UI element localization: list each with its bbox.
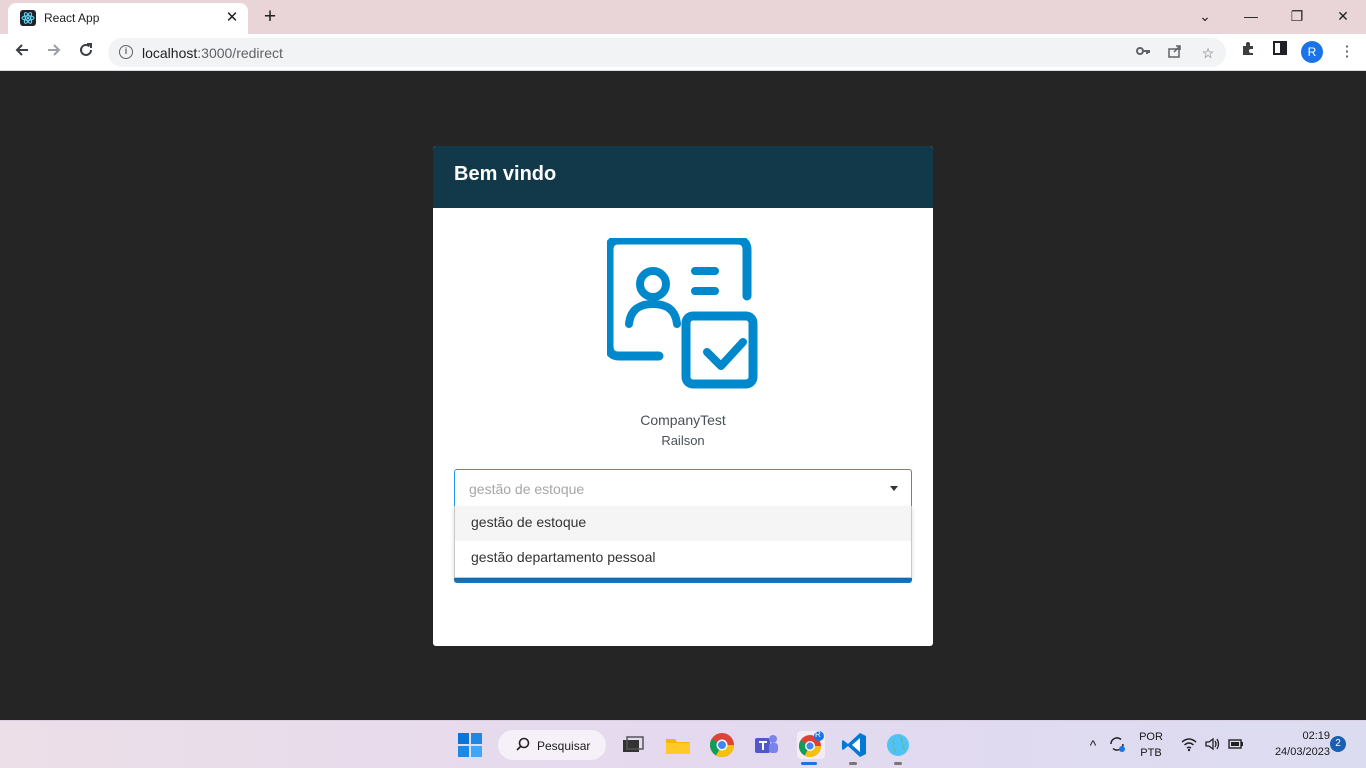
system-select-options: gestão de estoque gestão departamento pe… — [454, 506, 912, 578]
forward-button[interactable] — [41, 39, 67, 65]
vscode-icon[interactable] — [840, 731, 868, 759]
new-tab-button[interactable]: + — [258, 5, 282, 29]
chrome-profile-icon[interactable]: R — [797, 730, 825, 759]
file-explorer-icon[interactable] — [664, 731, 692, 759]
tab-close-icon[interactable]: ✕ — [222, 8, 242, 28]
reload-button[interactable] — [73, 39, 99, 65]
globe-app-icon[interactable] — [884, 731, 912, 759]
welcome-card: Bem vindo CompanyTest Railson gestão de … — [433, 146, 933, 646]
notification-badge[interactable]: 2 — [1330, 736, 1346, 752]
windows-taskbar: Pesquisar R ^ POR PTB 02:19 24/03/2023 2 — [0, 720, 1366, 768]
minimize-button[interactable]: — — [1236, 4, 1266, 28]
site-info-icon[interactable]: i — [119, 45, 133, 59]
wifi-icon[interactable] — [1179, 735, 1199, 755]
option-gestao-estoque[interactable]: gestão de estoque — [455, 506, 911, 541]
clock-time[interactable]: 02:19 — [1280, 730, 1330, 742]
chrome-profile-badge: R — [815, 730, 821, 739]
page-title: Bem vindo — [454, 163, 557, 185]
clock-date[interactable]: 24/03/2023 — [1255, 746, 1330, 758]
url-text: localhost:3000/redirect — [142, 45, 283, 61]
share-icon[interactable] — [1165, 43, 1185, 63]
search-label: Pesquisar — [537, 739, 591, 753]
chevron-up-icon[interactable]: ^ — [1083, 735, 1103, 755]
back-button[interactable] — [9, 39, 35, 65]
url-host: localhost — [142, 45, 198, 61]
option-gestao-departamento-pessoal[interactable]: gestão departamento pessoal — [455, 541, 911, 576]
task-view-icon[interactable] — [619, 731, 647, 759]
chrome-icon[interactable] — [708, 731, 736, 759]
sync-icon[interactable] — [1107, 735, 1127, 755]
windows-start-icon[interactable] — [456, 731, 484, 759]
volume-icon[interactable] — [1202, 735, 1222, 755]
browser-toolbar: i localhost:3000/redirect ☆ R ⋮ — [0, 34, 1366, 71]
bookmark-star-icon[interactable]: ☆ — [1198, 43, 1218, 63]
profile-avatar[interactable]: R — [1301, 41, 1323, 63]
chevron-down-icon[interactable] — [890, 486, 898, 491]
globe-running-indicator — [894, 762, 902, 765]
restore-button[interactable]: ❐ — [1282, 4, 1312, 28]
company-name: CompanyTest — [640, 412, 726, 428]
taskbar-search[interactable]: Pesquisar — [497, 729, 607, 761]
address-bar[interactable]: i localhost:3000/redirect ☆ — [108, 38, 1226, 67]
user-verified-icon — [607, 238, 758, 389]
search-icon — [516, 737, 530, 754]
chrome-running-indicator — [801, 762, 817, 765]
system-select[interactable]: gestão de estoque — [454, 469, 912, 507]
close-window-button[interactable]: ✕ — [1328, 4, 1358, 28]
battery-icon[interactable] — [1226, 735, 1246, 755]
user-name: Railson — [661, 433, 705, 448]
language-code[interactable]: POR — [1138, 731, 1164, 743]
side-panel-icon[interactable] — [1268, 40, 1292, 64]
tab-react-app[interactable]: React App ✕ — [8, 3, 248, 34]
tab-search-icon[interactable]: ⌄ — [1190, 4, 1220, 28]
password-key-icon[interactable] — [1133, 43, 1153, 63]
vscode-running-indicator — [849, 762, 857, 765]
tab-title: React App — [44, 11, 100, 25]
teams-icon[interactable] — [752, 731, 780, 759]
select-current-value: gestão de estoque — [469, 481, 585, 497]
react-logo-icon — [20, 10, 36, 26]
chrome-menu-icon[interactable]: ⋮ — [1335, 40, 1359, 64]
browser-tab-strip: React App ✕ + ⌄ — ❐ ✕ — [0, 0, 1366, 34]
keyboard-layout[interactable]: PTB — [1138, 747, 1164, 759]
extensions-icon[interactable] — [1236, 40, 1260, 64]
card-header: Bem vindo — [433, 146, 933, 208]
url-path: :3000/redirect — [197, 45, 283, 61]
